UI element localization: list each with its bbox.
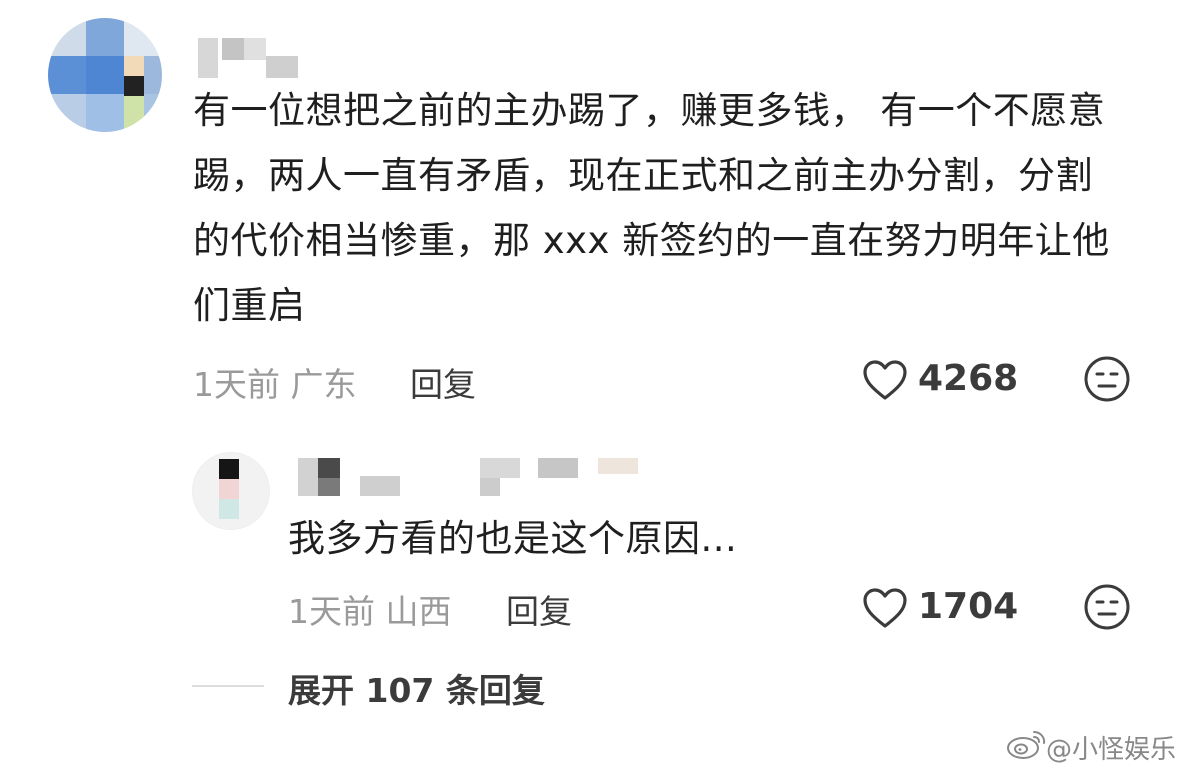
heart-outline-icon [863,588,907,628]
reply-button[interactable]: 回复 [410,358,476,406]
reply-avatar[interactable] [192,452,270,530]
like-button[interactable]: 4268 [862,356,1032,404]
meh-face-icon[interactable] [1083,355,1131,403]
comment-text: 有一位想把之前的主办踢了，赚更多钱， 有一个不愿意踢，两人一直有矛盾，现在正式和… [193,89,1110,327]
watermark-text: @小怪娱乐 [1046,735,1177,765]
reply-text: 我多方看的也是这个原因... [288,517,738,560]
reply-like-count: 1704 [918,586,1019,627]
expand-replies-label[interactable]: 展开 107 条回复 [288,664,545,712]
weibo-logo-icon [1007,731,1046,759]
expand-divider [192,685,264,687]
heart-outline-icon [863,360,907,400]
avatar[interactable] [48,18,162,132]
username-blurred[interactable] [198,38,308,78]
like-count: 4268 [918,358,1019,399]
reply-username-blurred[interactable] [298,458,648,498]
reply-time-location: 1天前 山西 [288,592,452,631]
comment-time-location: 1天前 广东 [193,365,357,404]
reply-like-button[interactable]: 1704 [862,584,1032,632]
meh-face-icon[interactable] [1083,583,1131,631]
reply-reply-button[interactable]: 回复 [506,585,572,633]
